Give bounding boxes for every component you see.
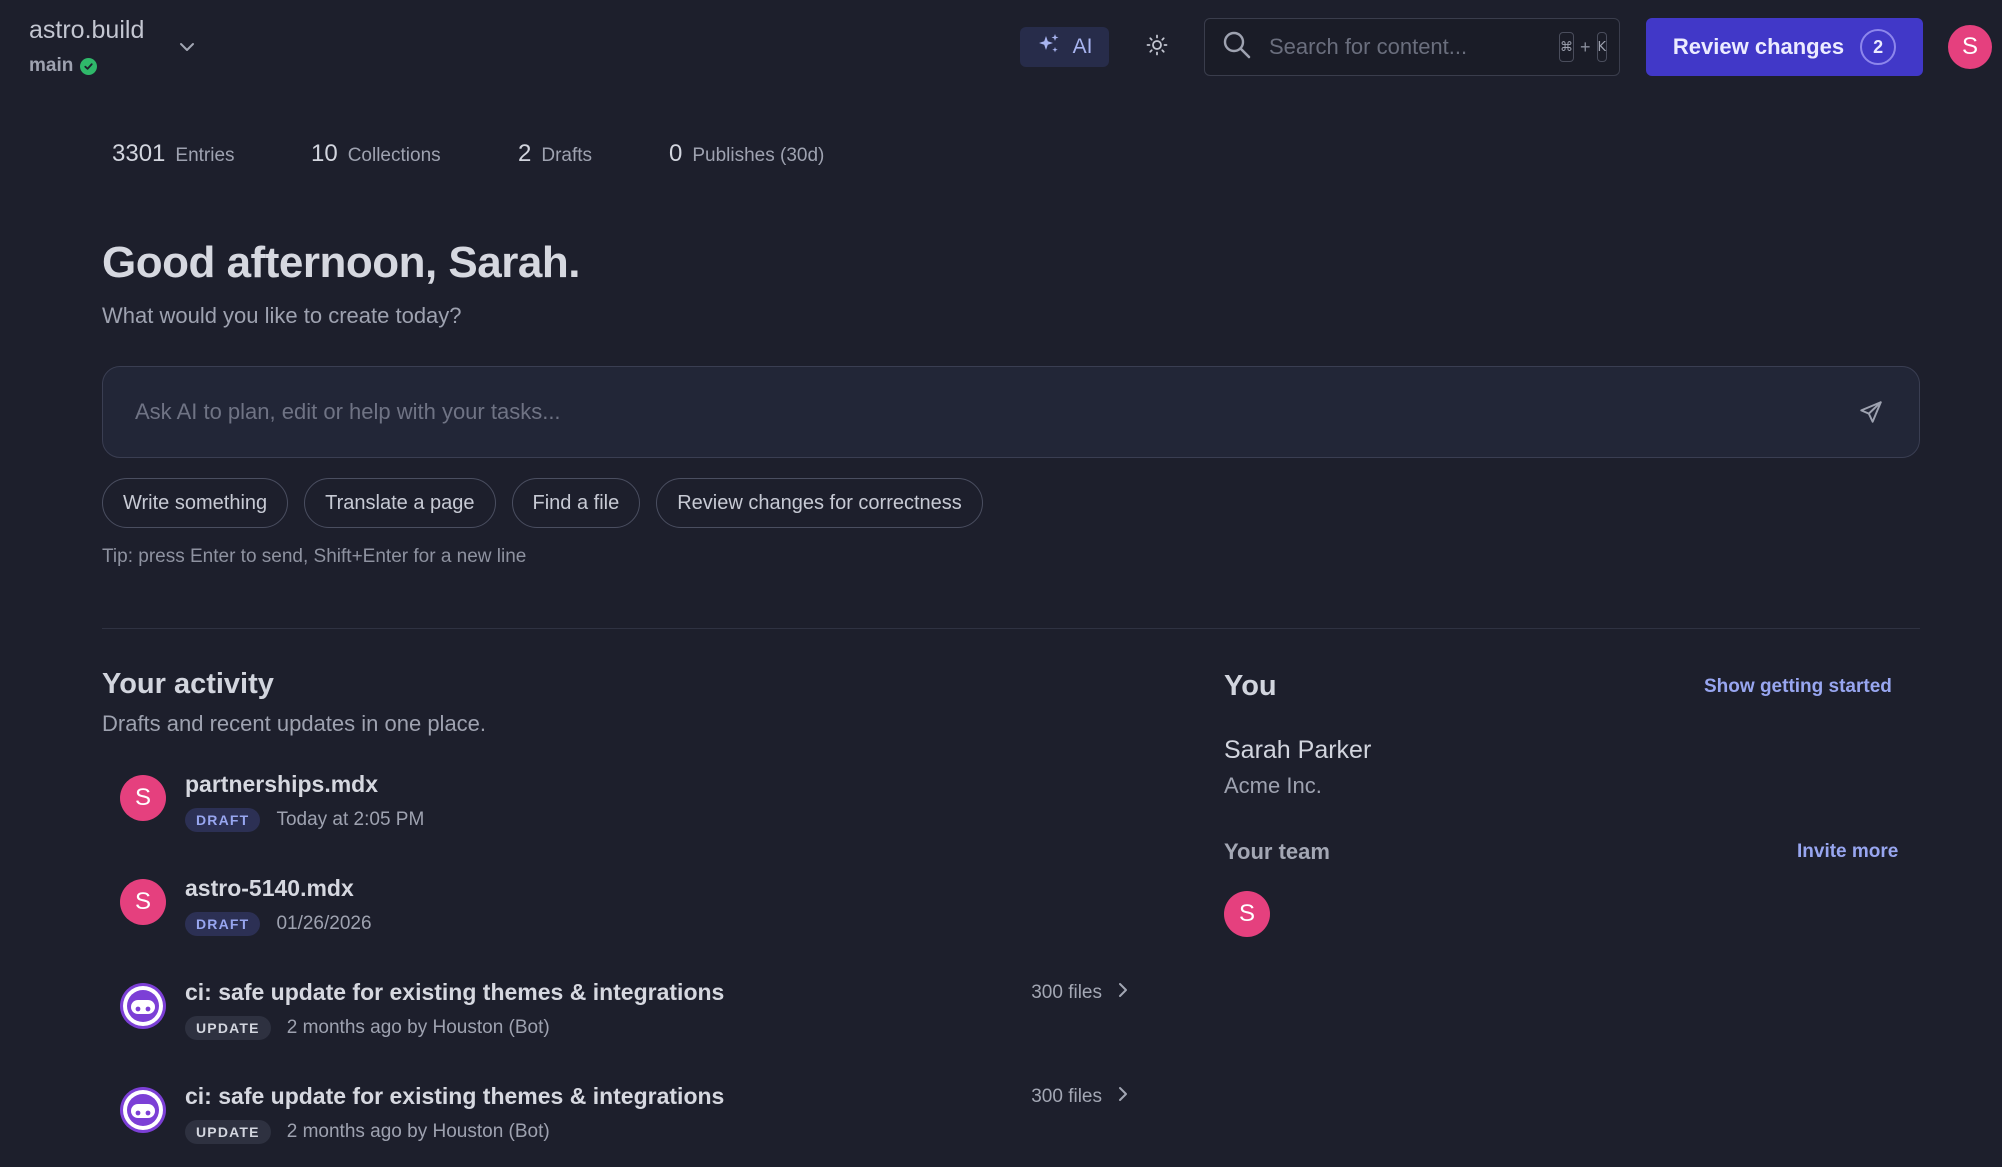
activity-item-meta: DRAFT Today at 2:05 PM <box>185 808 424 832</box>
stat-publishes: 0 Publishes (30d) <box>669 140 824 168</box>
ai-label: AI <box>1072 35 1093 58</box>
stat-label: Drafts <box>541 145 593 166</box>
invite-more-link[interactable]: Invite more <box>1797 841 1898 863</box>
check-icon <box>80 57 98 75</box>
activity-item[interactable]: S partnerships.mdx DRAFT Today at 2:05 P… <box>120 771 1130 855</box>
review-count-badge: 2 <box>1860 29 1897 65</box>
shortcut-plus: + <box>1580 36 1591 57</box>
bot-avatar <box>120 1087 166 1133</box>
stats-bar: 3301 Entries 10 Collections 2 Drafts 0 P… <box>112 140 824 168</box>
stat-label: Collections <box>347 145 441 166</box>
sparkle-icon <box>1037 32 1061 62</box>
branch-name: main <box>29 55 74 76</box>
chip-find-file[interactable]: Find a file <box>511 478 641 528</box>
bot-icon <box>123 986 163 1026</box>
chip-translate-page[interactable]: Translate a page <box>304 478 496 528</box>
search-icon <box>1221 29 1253 66</box>
section-divider <box>102 628 1920 629</box>
stat-collections: 10 Collections <box>311 140 518 168</box>
activity-item-meta: UPDATE 2 months ago by Houston (Bot) <box>185 1120 550 1144</box>
user-organization: Acme Inc. <box>1224 773 1322 798</box>
status-badge: DRAFT <box>185 912 261 936</box>
sun-icon <box>1145 33 1169 62</box>
greeting-subtitle: What would you like to create today? <box>102 303 462 328</box>
chip-write-something[interactable]: Write something <box>102 478 289 528</box>
activity-item[interactable]: ci: safe update for existing themes & in… <box>120 1083 1130 1167</box>
stat-entries: 3301 Entries <box>112 140 311 168</box>
ai-prompt-box[interactable] <box>102 366 1920 458</box>
files-count: 300 files <box>1031 982 1102 1003</box>
stat-label: Publishes (30d) <box>692 145 825 166</box>
status-badge: UPDATE <box>185 1120 271 1144</box>
activity-item-time: 01/26/2026 <box>276 913 372 934</box>
chip-review-changes[interactable]: Review changes for correctness <box>656 478 983 528</box>
show-getting-started-link[interactable]: Show getting started <box>1704 676 1892 698</box>
status-badge: UPDATE <box>185 1016 271 1040</box>
avatar: S <box>120 775 166 821</box>
activity-item-time: 2 months ago by Houston (Bot) <box>286 1121 550 1142</box>
bot-icon <box>123 1090 163 1130</box>
user-full-name: Sarah Parker <box>1224 736 1372 764</box>
chevron-right-icon <box>1116 1085 1130 1109</box>
activity-item[interactable]: S astro-5140.mdx DRAFT 01/26/2026 <box>120 875 1130 959</box>
search-box[interactable]: ⌘ + K <box>1204 18 1620 76</box>
team-member-avatar[interactable]: S <box>1224 891 1270 937</box>
search-input[interactable] <box>1267 33 1559 61</box>
files-link[interactable]: 300 files <box>1031 981 1130 1005</box>
review-changes-button[interactable]: Review changes 2 <box>1646 18 1923 76</box>
status-badge: DRAFT <box>185 808 261 832</box>
files-link[interactable]: 300 files <box>1031 1085 1130 1109</box>
chevron-right-icon <box>1116 981 1130 1005</box>
avatar: S <box>120 879 166 925</box>
team-title: Your team <box>1224 839 1330 864</box>
stat-drafts: 2 Drafts <box>518 140 669 168</box>
ai-prompt-input[interactable] <box>133 398 1853 426</box>
stat-value: 0 <box>669 140 683 167</box>
site-name[interactable]: astro.build <box>29 16 144 45</box>
activity-item-meta: DRAFT 01/26/2026 <box>185 912 372 936</box>
branch-indicator[interactable]: main <box>29 55 98 77</box>
shortcut-k-key: K <box>1596 32 1608 62</box>
stat-value: 3301 <box>112 140 166 167</box>
user-avatar[interactable]: S <box>1948 25 1992 69</box>
review-changes-label: Review changes <box>1672 34 1845 59</box>
activity-item-name[interactable]: partnerships.mdx <box>185 771 378 798</box>
stat-value: 2 <box>518 140 532 167</box>
activity-item-name[interactable]: ci: safe update for existing themes & in… <box>185 1083 724 1110</box>
stat-label: Entries <box>175 145 235 166</box>
bot-avatar <box>120 983 166 1029</box>
activity-item-time: Today at 2:05 PM <box>276 809 425 830</box>
activity-title: Your activity <box>102 668 274 700</box>
theme-toggle-button[interactable] <box>1140 30 1174 64</box>
stat-value: 10 <box>311 140 338 167</box>
activity-item-meta: UPDATE 2 months ago by Houston (Bot) <box>185 1016 550 1040</box>
files-count: 300 files <box>1031 1086 1102 1107</box>
greeting-heading: Good afternoon, Sarah. <box>102 238 580 287</box>
activity-item[interactable]: ci: safe update for existing themes & in… <box>120 979 1130 1063</box>
chevron-down-icon[interactable] <box>176 36 198 58</box>
activity-item-time: 2 months ago by Houston (Bot) <box>286 1017 550 1038</box>
shortcut-mod-key: ⌘ <box>1559 32 1574 62</box>
activity-subtitle: Drafts and recent updates in one place. <box>102 711 487 736</box>
ai-button[interactable]: AI <box>1020 27 1109 67</box>
suggestion-chips: Write something Translate a page Find a … <box>102 478 983 528</box>
send-icon[interactable] <box>1853 394 1889 430</box>
you-title: You <box>1224 670 1277 702</box>
activity-item-name[interactable]: ci: safe update for existing themes & in… <box>185 979 724 1006</box>
prompt-tip: Tip: press Enter to send, Shift+Enter fo… <box>102 546 527 567</box>
activity-item-name[interactable]: astro-5140.mdx <box>185 875 354 902</box>
